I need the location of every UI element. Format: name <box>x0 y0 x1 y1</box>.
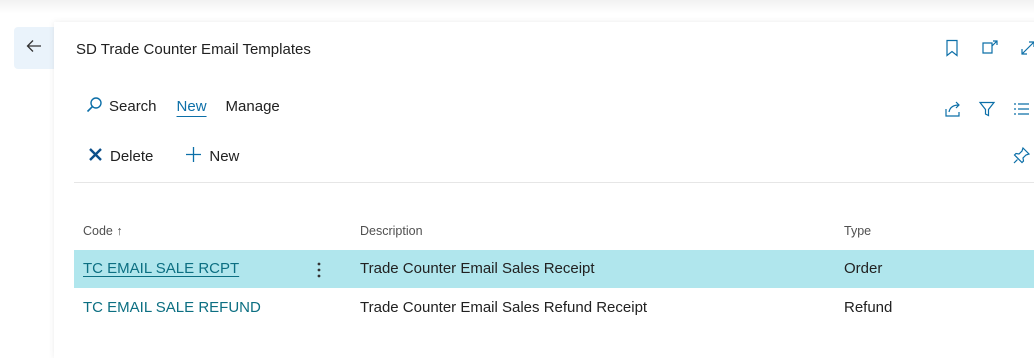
page: SD Trade Counter Email Templates Search … <box>0 0 1034 358</box>
arrow-left-icon <box>24 36 44 61</box>
row-description: Trade Counter Email Sales Receipt <box>360 260 595 277</box>
open-new-window-icon[interactable] <box>979 37 1001 59</box>
search-label: Search <box>109 98 157 115</box>
page-title: SD Trade Counter Email Templates <box>76 41 311 58</box>
delete-label: Delete <box>110 148 154 165</box>
row-code-link[interactable]: TC EMAIL SALE RCPT <box>83 260 239 277</box>
column-header-type[interactable]: Type <box>844 224 871 238</box>
top-shadow <box>0 0 1034 14</box>
table-row[interactable]: TC EMAIL SALE RCPT Trade Counter Email S… <box>74 250 1034 288</box>
list-icon[interactable] <box>1011 99 1031 119</box>
more-vertical-icon[interactable] <box>311 260 327 280</box>
action-bar: Search New Manage <box>86 96 280 117</box>
row-code-link[interactable]: TC EMAIL SALE REFUND <box>83 299 261 316</box>
list-actions <box>943 99 1031 119</box>
divider <box>74 182 1034 183</box>
table-row[interactable]: TC EMAIL SALE REFUND Trade Counter Email… <box>74 289 1034 327</box>
row-type: Refund <box>844 299 893 316</box>
pin-icon[interactable] <box>1013 146 1031 169</box>
filter-icon[interactable] <box>977 99 997 119</box>
bookmark-icon[interactable] <box>941 37 963 59</box>
row-type: Order <box>844 260 883 277</box>
new-button[interactable]: New <box>185 146 239 167</box>
close-icon <box>88 147 103 166</box>
row-description: Trade Counter Email Sales Refund Receipt <box>360 299 648 316</box>
column-header-description[interactable]: Description <box>360 224 423 238</box>
expand-icon[interactable] <box>1017 37 1034 59</box>
new-label: New <box>209 148 240 165</box>
share-icon[interactable] <box>943 99 963 119</box>
header-icons <box>941 37 1034 59</box>
sub-action-bar: Delete New <box>88 146 239 167</box>
column-header-code[interactable]: Code ↑ <box>83 224 123 238</box>
search-button[interactable]: Search <box>86 96 157 117</box>
delete-button[interactable]: Delete <box>88 147 153 166</box>
tab-manage[interactable]: Manage <box>226 98 280 115</box>
back-button[interactable] <box>14 27 54 69</box>
tab-new[interactable]: New <box>177 98 207 115</box>
plus-icon <box>185 146 202 167</box>
search-icon <box>86 96 103 117</box>
